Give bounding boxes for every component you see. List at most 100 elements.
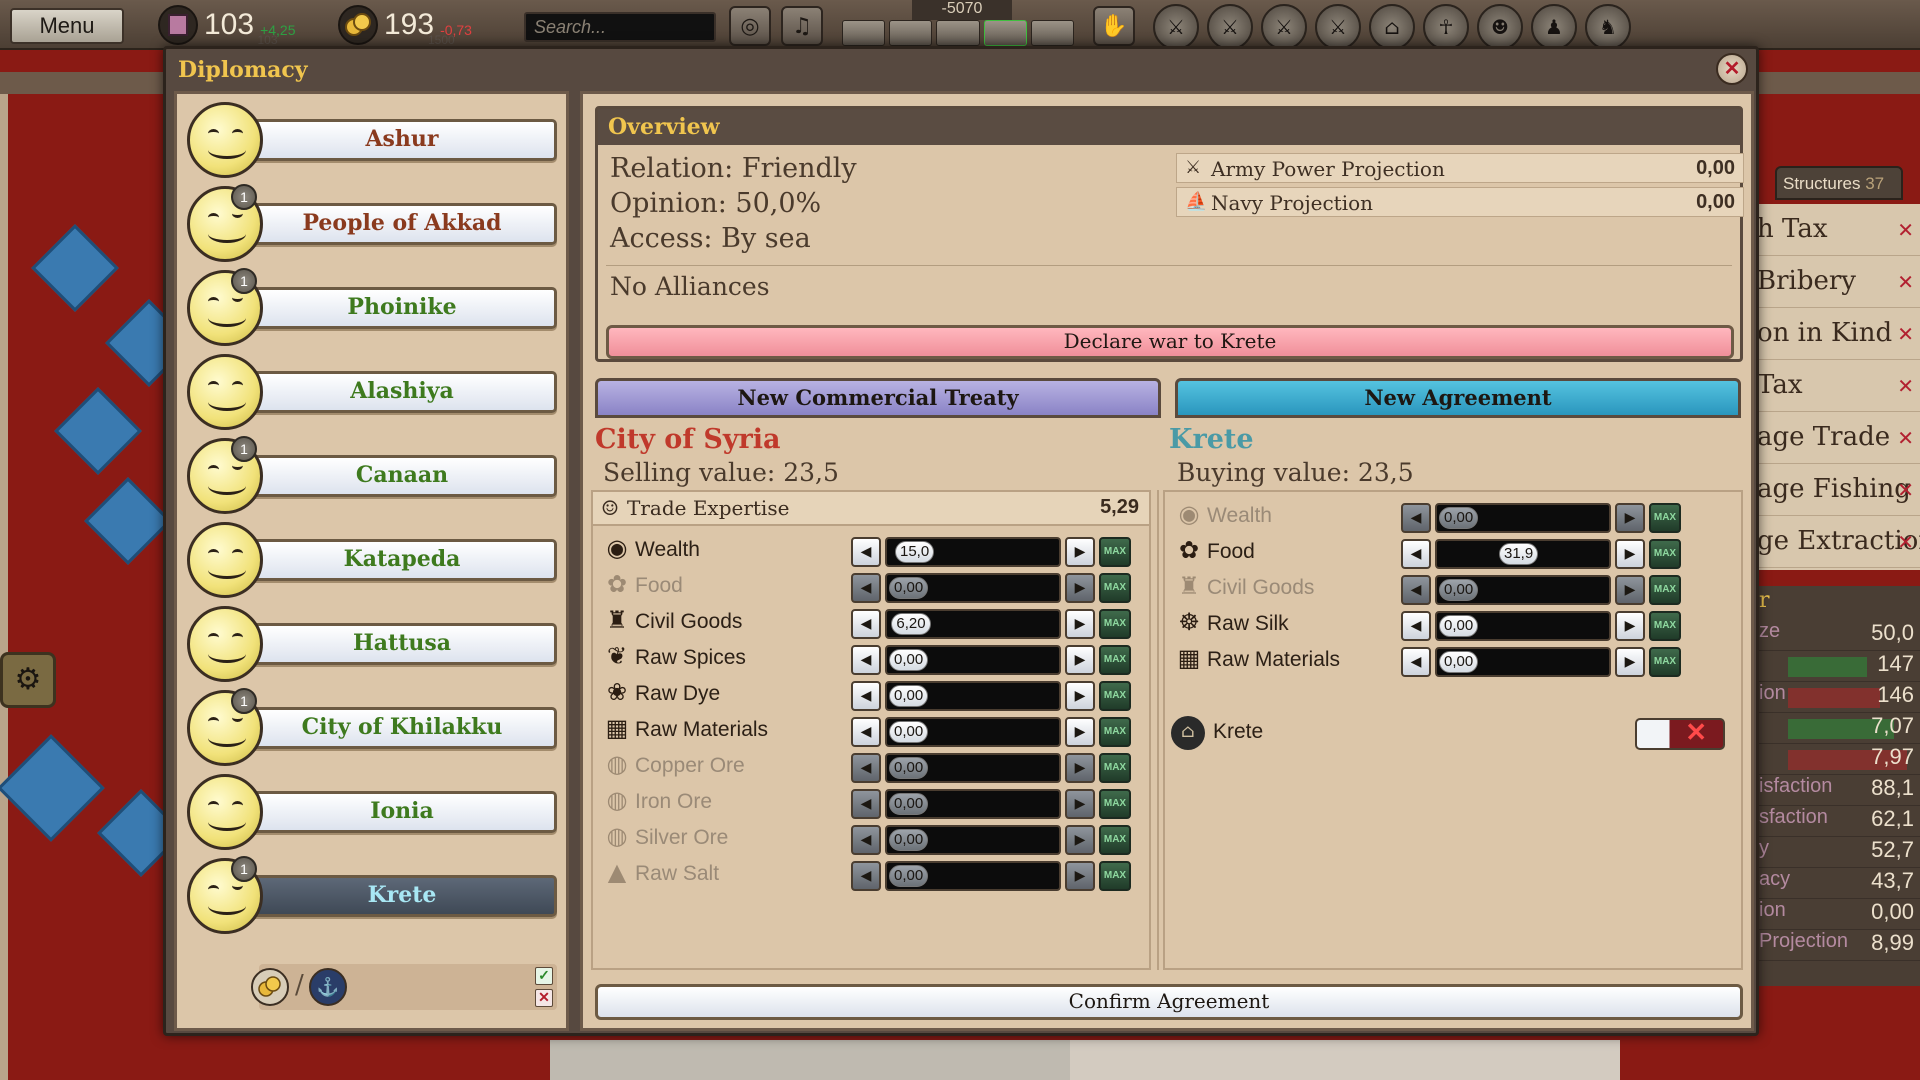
max-button[interactable]: MAX — [1649, 647, 1681, 677]
max-button[interactable]: MAX — [1099, 825, 1131, 855]
policy-row[interactable]: Bribery ✕ — [1755, 256, 1920, 308]
increase-button[interactable]: ▶ — [1615, 503, 1645, 533]
building-icon[interactable]: ⌂ — [1369, 4, 1415, 50]
increase-button[interactable]: ▶ — [1065, 717, 1095, 747]
close-icon[interactable]: ✕ — [1897, 270, 1914, 294]
close-icon[interactable]: ✕ — [1897, 530, 1914, 554]
slider-knob[interactable]: 0,00 — [889, 865, 929, 887]
amount-slider[interactable]: 0,00 — [1435, 611, 1611, 641]
tab-new-agreement[interactable]: New Agreement — [1175, 378, 1741, 418]
max-button[interactable]: MAX — [1099, 717, 1131, 747]
increase-button[interactable]: ▶ — [1065, 645, 1095, 675]
faction-name-button[interactable]: City of Khilakku — [247, 707, 557, 749]
pause-button[interactable] — [842, 20, 886, 46]
decrease-button[interactable]: ◀ — [1401, 503, 1431, 533]
military-icon[interactable]: ⚔ — [1315, 4, 1361, 50]
faction-item[interactable]: Alashiya — [187, 354, 562, 430]
slider-knob[interactable]: 0,00 — [1439, 579, 1479, 601]
music-icon[interactable]: ♫ — [781, 6, 823, 46]
decrease-button[interactable]: ◀ — [1401, 647, 1431, 677]
faction-name-button[interactable]: Hattusa — [247, 623, 557, 665]
slider-knob[interactable]: 6,20 — [891, 613, 931, 635]
max-button[interactable]: MAX — [1099, 645, 1131, 675]
increase-button[interactable]: ▶ — [1065, 573, 1095, 603]
amount-slider[interactable]: 0,00 — [1435, 647, 1611, 677]
faction-item[interactable]: Ashur — [187, 102, 562, 178]
map-marker[interactable] — [0, 734, 105, 842]
decrease-button[interactable]: ◀ — [1401, 611, 1431, 641]
amount-slider[interactable]: 0,00 — [885, 717, 1061, 747]
close-icon[interactable]: ✕ — [1897, 374, 1914, 398]
increase-button[interactable]: ▶ — [1065, 537, 1095, 567]
close-icon[interactable]: ✕ — [1897, 322, 1914, 346]
max-button[interactable]: MAX — [1099, 753, 1131, 783]
amount-slider[interactable]: 0,00 — [1435, 575, 1611, 605]
increase-button[interactable]: ▶ — [1065, 753, 1095, 783]
amount-slider[interactable]: 15,0 — [885, 537, 1061, 567]
faction-name-button[interactable]: Krete — [247, 875, 557, 917]
faction-item[interactable]: 1 Krete — [187, 856, 562, 934]
decrease-button[interactable]: ◀ — [851, 537, 881, 567]
declare-war-button[interactable]: Declare war to Krete — [606, 325, 1734, 359]
faction-name-button[interactable]: Alashiya — [247, 371, 557, 413]
increase-button[interactable]: ▶ — [1065, 861, 1095, 891]
amount-slider[interactable]: 31,9 — [1435, 539, 1611, 569]
faction-name-button[interactable]: Phoinike — [247, 287, 557, 329]
increase-button[interactable]: ▶ — [1065, 609, 1095, 639]
increase-button[interactable]: ▶ — [1615, 575, 1645, 605]
slider-knob[interactable]: 0,00 — [889, 793, 929, 815]
speed-4-button[interactable] — [1030, 20, 1075, 46]
max-button[interactable]: MAX — [1099, 789, 1131, 819]
close-button[interactable]: ✕ — [1716, 53, 1748, 85]
max-button[interactable]: MAX — [1099, 573, 1131, 603]
max-button[interactable]: MAX — [1099, 861, 1131, 891]
faction-item[interactable]: 1 People of Akkad — [187, 184, 562, 262]
city-toggle[interactable]: ✕ — [1635, 718, 1725, 750]
faction-item[interactable]: Katapeda — [187, 522, 562, 598]
tab-structures[interactable]: Structures 37 — [1775, 166, 1903, 200]
faction-item[interactable]: 1 City of Khilakku — [187, 688, 562, 766]
policy-row[interactable]: ge Extraction ✕ — [1755, 516, 1920, 568]
policy-row[interactable]: age Trade ✕ — [1755, 412, 1920, 464]
max-button[interactable]: MAX — [1099, 681, 1131, 711]
faction-name-button[interactable]: Ashur — [247, 119, 557, 161]
increase-button[interactable]: ▶ — [1065, 681, 1095, 711]
map-marker[interactable] — [31, 224, 119, 312]
policy-row[interactable]: on in Kind ✕ — [1755, 308, 1920, 360]
speed-2-button[interactable] — [936, 20, 980, 46]
close-icon[interactable]: ✕ — [1897, 218, 1914, 242]
increase-button[interactable]: ▶ — [1065, 789, 1095, 819]
slider-knob[interactable]: 0,00 — [889, 721, 929, 743]
coins-icon[interactable] — [251, 968, 289, 1006]
increase-button[interactable]: ▶ — [1615, 539, 1645, 569]
policy-row[interactable]: Tax ✕ — [1755, 360, 1920, 412]
increase-button[interactable]: ▶ — [1065, 825, 1095, 855]
slider-knob[interactable]: 31,9 — [1499, 543, 1539, 565]
faction-item[interactable]: Hattusa — [187, 606, 562, 682]
close-icon[interactable]: ✕ — [1897, 478, 1914, 502]
faction-name-button[interactable]: Katapeda — [247, 539, 557, 581]
slider-knob[interactable]: 0,00 — [889, 649, 929, 671]
advisor-icon[interactable]: ♟ — [1531, 4, 1577, 50]
slider-knob[interactable]: 0,00 — [889, 685, 929, 707]
person-icon[interactable]: ☻ — [1477, 4, 1523, 50]
decrease-button[interactable]: ◀ — [851, 753, 881, 783]
tab-commercial-treaty[interactable]: New Commercial Treaty — [595, 378, 1161, 418]
speed-3-button[interactable] — [983, 20, 1027, 46]
walker-icon[interactable]: ♞ — [1585, 4, 1631, 50]
gear-icon[interactable]: ⚙ — [0, 652, 56, 708]
military-icon[interactable]: ⚔ — [1153, 4, 1199, 50]
handshake-icon[interactable]: ✋ — [1093, 6, 1135, 46]
faction-item[interactable]: Ionia — [187, 774, 562, 850]
slider-knob[interactable]: 0,00 — [889, 757, 929, 779]
increase-button[interactable]: ▶ — [1615, 611, 1645, 641]
slider-knob[interactable]: 0,00 — [1439, 651, 1479, 673]
search-input[interactable]: Search... — [524, 12, 716, 42]
map-marker[interactable] — [84, 477, 172, 565]
slider-knob[interactable]: 0,00 — [889, 829, 929, 851]
close-icon[interactable]: ✕ — [1897, 426, 1914, 450]
decrease-button[interactable]: ◀ — [851, 645, 881, 675]
speed-1-button[interactable] — [889, 20, 933, 46]
max-button[interactable]: MAX — [1649, 575, 1681, 605]
decrease-button[interactable]: ◀ — [851, 681, 881, 711]
